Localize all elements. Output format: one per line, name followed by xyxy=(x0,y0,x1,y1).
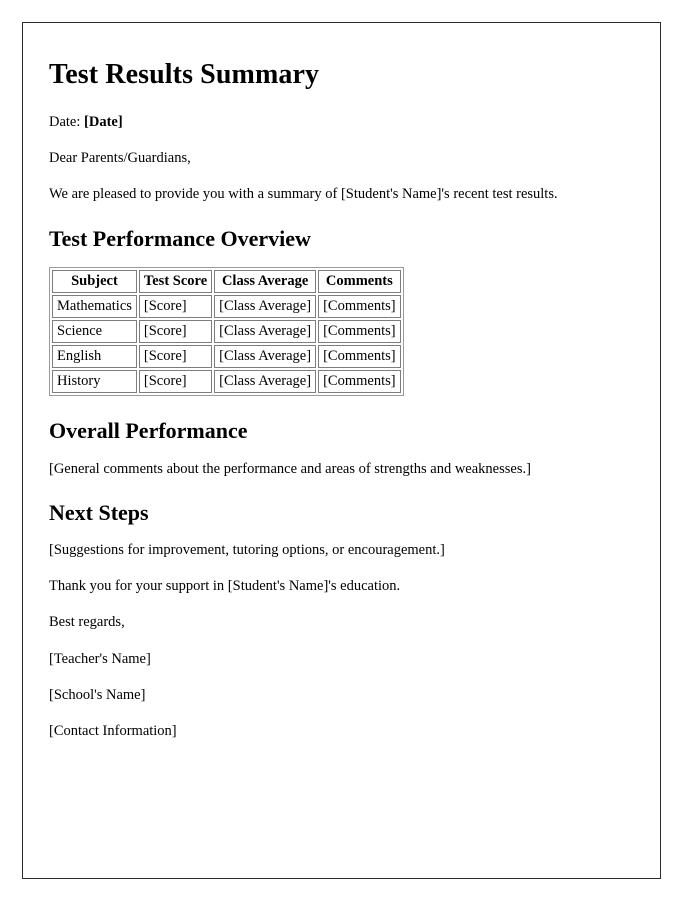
teacher-name: [Teacher's Name] xyxy=(49,650,151,667)
table-row: Mathematics [Score] [Class Average] [Com… xyxy=(52,294,401,319)
table-row: History [Score] [Class Average] [Comment… xyxy=(52,370,401,394)
table-body: Mathematics [Score] [Class Average] [Com… xyxy=(52,294,401,394)
cell-test-score: [Score] xyxy=(138,370,213,394)
cell-class-average: [Class Average] xyxy=(214,345,317,369)
school-name: [School's Name] xyxy=(49,686,146,703)
document-page-frame: Test Results Summary Date: [Date] Dear P… xyxy=(22,22,661,879)
heading-overall-performance: Overall Performance xyxy=(49,418,248,444)
overall-performance-body: [General comments about the performance … xyxy=(49,460,531,477)
sign-off: Best regards, xyxy=(49,614,125,631)
document-body: Test Results Summary Date: [Date] Dear P… xyxy=(23,23,660,740)
next-steps-body: [Suggestions for improvement, tutoring o… xyxy=(49,542,445,559)
cell-class-average: [Class Average] xyxy=(214,370,317,394)
cell-test-score: [Score] xyxy=(138,294,213,319)
date-label: Date: xyxy=(49,114,81,131)
thank-you-line: Thank you for your support in [Student's… xyxy=(49,578,401,595)
page-title: Test Results Summary xyxy=(49,59,320,90)
cell-class-average: [Class Average] xyxy=(214,294,317,319)
heading-test-performance-overview: Test Performance Overview xyxy=(49,225,311,251)
table-header-row: Subject Test Score Class Average Comment… xyxy=(52,269,401,293)
column-header-class-average: Class Average xyxy=(214,269,317,293)
table-row: English [Score] [Class Average] [Comment… xyxy=(52,345,401,369)
cell-subject: English xyxy=(52,345,137,369)
salutation: Dear Parents/Guardians, xyxy=(49,150,191,167)
cell-comments: [Comments] xyxy=(318,294,401,319)
contact-information: [Contact Information] xyxy=(49,722,177,739)
cell-class-average: [Class Average] xyxy=(214,320,317,344)
date-value: [Date] xyxy=(84,114,123,131)
cell-subject: Mathematics xyxy=(52,294,137,319)
cell-subject: Science xyxy=(52,320,137,344)
cell-comments: [Comments] xyxy=(318,370,401,394)
cell-comments: [Comments] xyxy=(318,345,401,369)
heading-next-steps: Next Steps xyxy=(49,499,149,525)
cell-subject: History xyxy=(52,370,137,394)
cell-test-score: [Score] xyxy=(138,345,213,369)
column-header-comments: Comments xyxy=(318,269,401,293)
intro-paragraph: We are pleased to provide you with a sum… xyxy=(49,186,558,203)
date-line: Date: [Date] xyxy=(49,113,634,131)
test-results-table: Subject Test Score Class Average Comment… xyxy=(49,266,404,397)
cell-test-score: [Score] xyxy=(138,320,213,344)
column-header-subject: Subject xyxy=(52,269,137,293)
table-head: Subject Test Score Class Average Comment… xyxy=(52,269,401,293)
cell-comments: [Comments] xyxy=(318,320,401,344)
column-header-test-score: Test Score xyxy=(138,269,213,293)
table-row: Science [Score] [Class Average] [Comment… xyxy=(52,320,401,344)
